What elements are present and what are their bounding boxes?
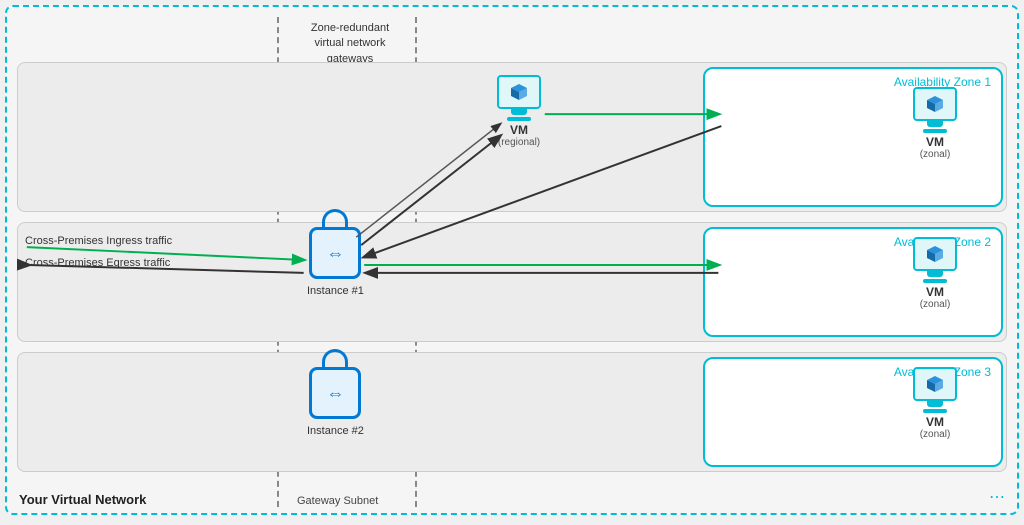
- vm-az1-label: VM: [926, 135, 944, 149]
- az-box-3: Availability Zone 3: [703, 357, 1003, 467]
- lock2-arrows: ⇔: [326, 383, 344, 404]
- ingress-text: Cross-Premises Ingress traffic: [25, 235, 172, 247]
- instance1-icon: ⇔ Instance #1: [307, 227, 364, 297]
- vm-az1-sublabel: (zonal): [920, 149, 951, 160]
- gateway-subnet-label: Gateway Subnet: [297, 495, 378, 507]
- vm-az3-sublabel: (zonal): [920, 429, 951, 440]
- vm-az2-monitor: [913, 237, 957, 271]
- vm-az2-base: [923, 279, 947, 283]
- vm-az2-label: VM: [926, 285, 944, 299]
- lock1-body: ⇔: [309, 227, 361, 279]
- vm-regional-monitor: [497, 75, 541, 109]
- dots-icon: ⋯: [989, 487, 1007, 507]
- vm-az3: VM (zonal): [913, 367, 957, 440]
- egress-text: Cross-Premises Egress traffic: [25, 257, 170, 269]
- vm-az3-monitor: [913, 367, 957, 401]
- lock1-arrows: ⇔: [326, 243, 344, 264]
- vm-az1: VM (zonal): [913, 87, 957, 160]
- az-box-1: Availability Zone 1: [703, 67, 1003, 207]
- zone-redundant-label: Zone-redundant virtual network gateways: [285, 21, 415, 67]
- vm-regional: VM (regional): [497, 75, 541, 148]
- vm-az2: VM (zonal): [913, 237, 957, 310]
- vm-regional-sublabel: (regional): [498, 137, 540, 148]
- your-virtual-network-label: Your Virtual Network: [19, 492, 146, 507]
- vm-regional-base: [507, 117, 531, 121]
- instance1-label: Instance #1: [307, 285, 364, 297]
- vm-az3-cube-icon: [924, 373, 946, 395]
- instance2-label: Instance #2: [307, 425, 364, 437]
- lock2-body: ⇔: [309, 367, 361, 419]
- vm-regional-label: VM: [510, 123, 528, 137]
- vm-az3-base: [923, 409, 947, 413]
- vm-az2-sublabel: (zonal): [920, 299, 951, 310]
- vm-az1-base: [923, 129, 947, 133]
- vm-az3-label: VM: [926, 415, 944, 429]
- vm-az2-cube-icon: [924, 243, 946, 265]
- vm-az1-monitor: [913, 87, 957, 121]
- az-box-2: Availability Zone 2: [703, 227, 1003, 337]
- vm-az1-cube-icon: [924, 93, 946, 115]
- virtual-network-container: Zone-redundant virtual network gateways …: [5, 5, 1019, 515]
- instance2-icon: ⇔ Instance #2: [307, 367, 364, 437]
- vm-regional-cube-icon: [508, 81, 530, 103]
- ingress-traffic-label: Cross-Premises Ingress traffic Cross-Pre…: [25, 235, 172, 269]
